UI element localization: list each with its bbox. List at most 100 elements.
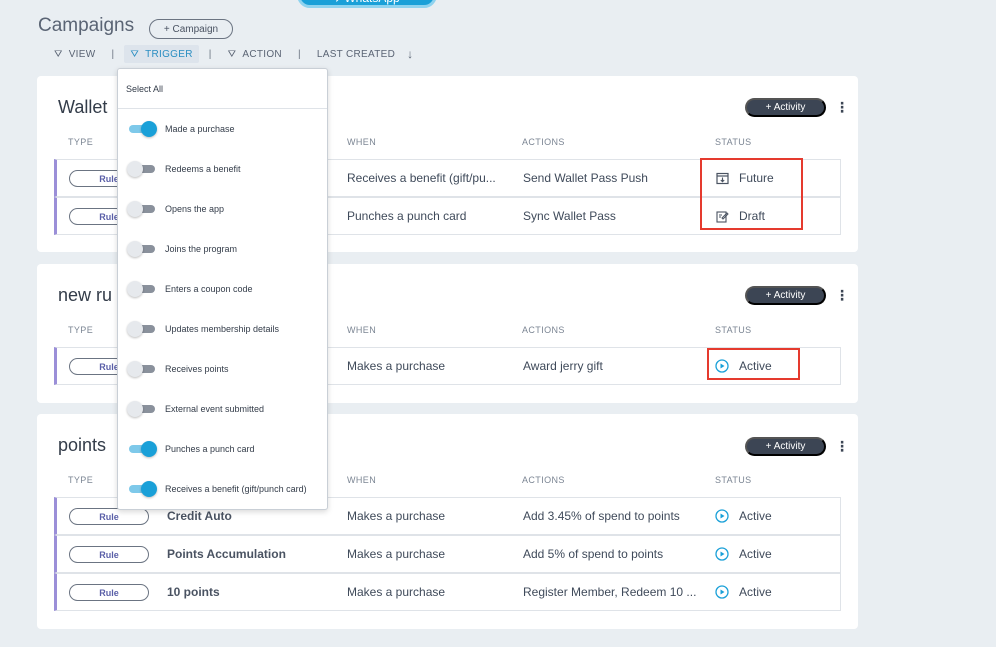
trigger-option-label: External event submitted — [165, 404, 265, 414]
trigger-option[interactable]: Updates membership details — [118, 309, 327, 349]
toggle-switch[interactable] — [127, 201, 157, 217]
trigger-option-label: Opens the app — [165, 204, 225, 214]
play-icon — [715, 547, 729, 561]
trigger-option[interactable]: Receives a benefit (gift/punch card) — [118, 469, 327, 509]
status-label: Active — [739, 547, 772, 561]
col-when: WHEN — [347, 475, 377, 485]
add-activity-button[interactable]: + Activity — [745, 98, 826, 117]
toggle-switch[interactable] — [127, 121, 157, 137]
filter-icon: ⛛ — [130, 48, 140, 60]
col-type: TYPE — [68, 475, 94, 485]
toggle-switch[interactable] — [127, 361, 157, 377]
trigger-option[interactable]: External event submitted — [118, 389, 327, 429]
trigger-option-label: Receives points — [165, 364, 229, 374]
filter-icon: ⛛ — [227, 48, 237, 60]
highlight-box — [700, 158, 803, 230]
trigger-option[interactable]: Punches a punch card — [118, 429, 327, 469]
when-cell: Receives a benefit (gift/pu... — [347, 171, 496, 185]
trigger-option[interactable]: Joins the program — [118, 229, 327, 269]
status-label: Active — [739, 509, 772, 523]
col-actions: ACTIONS — [522, 475, 565, 485]
play-icon — [715, 509, 729, 523]
filter-action[interactable]: ⛛ ACTION — [222, 45, 288, 63]
page-title: Campaigns — [38, 15, 135, 36]
toggle-switch[interactable] — [127, 441, 157, 457]
col-type: TYPE — [68, 325, 94, 335]
campaign-title: points — [58, 435, 107, 455]
actions-cell: Add 3.45% of spend to points — [523, 509, 680, 523]
when-cell: Punches a punch card — [347, 209, 467, 223]
actions-cell: Award jerry gift — [523, 359, 603, 373]
divider: | — [297, 48, 301, 60]
actions-cell: Send Wallet Pass Push — [523, 171, 648, 185]
trigger-option[interactable]: Opens the app — [118, 189, 327, 229]
more-menu-icon[interactable]: ⋮ — [835, 288, 849, 302]
filter-trigger[interactable]: ⛛ TRIGGER — [124, 45, 199, 63]
more-menu-icon[interactable]: ⋮ — [835, 439, 849, 453]
table-row[interactable]: Rule 10 points Makes a purchase Register… — [54, 573, 841, 611]
trigger-option[interactable]: Made a purchase — [118, 109, 327, 149]
when-cell: Makes a purchase — [347, 585, 446, 599]
actions-cell: Register Member, Redeem 10 ... — [523, 585, 697, 599]
trigger-option-label: Enters a coupon code — [165, 284, 253, 294]
filter-view[interactable]: ⛛ VIEW — [48, 45, 101, 63]
divider: | — [208, 48, 212, 60]
name-cell: 10 points — [167, 585, 220, 599]
campaign-title: Wallet — [58, 97, 108, 117]
sort-label: LAST CREATED — [316, 48, 396, 60]
status-cell: Active — [715, 574, 772, 610]
trigger-option-label: Updates membership details — [165, 324, 280, 334]
trigger-option-label: Punches a punch card — [165, 444, 255, 454]
toggle-switch[interactable] — [127, 401, 157, 417]
campaign-title: new ru — [58, 285, 113, 305]
col-type: TYPE — [68, 137, 94, 147]
toggle-switch[interactable] — [127, 281, 157, 297]
trigger-option-label: Joins the program — [165, 244, 238, 254]
whatsapp-button[interactable]: ↗WhatsApp — [297, 0, 437, 8]
play-icon — [715, 585, 729, 599]
filter-view-label: VIEW — [68, 48, 96, 60]
col-when: WHEN — [347, 325, 377, 335]
trigger-option[interactable]: Enters a coupon code — [118, 269, 327, 309]
toggle-switch[interactable] — [127, 321, 157, 337]
status-cell: Active — [715, 536, 772, 572]
filter-bar: ⛛ VIEW | ⛛ TRIGGER | ⛛ ACTION | LAST CRE… — [48, 45, 419, 63]
trigger-dropdown: Select All Made a purchase Redeems a bene… — [117, 68, 328, 510]
col-actions: ACTIONS — [522, 325, 565, 335]
when-cell: Makes a purchase — [347, 359, 446, 373]
toggle-switch[interactable] — [127, 161, 157, 177]
trigger-option[interactable]: Receives points — [118, 349, 327, 389]
filter-action-label: ACTION — [242, 48, 282, 60]
status-cell: Active — [715, 498, 772, 534]
filter-icon: ⛛ — [54, 48, 63, 60]
when-cell: Makes a purchase — [347, 547, 446, 561]
col-status: STATUS — [715, 325, 752, 335]
col-when: WHEN — [347, 137, 377, 147]
divider: | — [111, 48, 115, 60]
add-campaign-button[interactable]: + Campaign — [149, 19, 233, 39]
rule-badge: Rule — [69, 584, 149, 601]
col-status: STATUS — [715, 137, 752, 147]
trigger-option-label: Receives a benefit (gift/punch card) — [165, 484, 307, 494]
highlight-box — [707, 348, 800, 380]
add-activity-button[interactable]: + Activity — [745, 437, 826, 456]
status-label: Active — [739, 585, 772, 599]
trigger-option[interactable]: Redeems a benefit — [118, 149, 327, 189]
toggle-switch[interactable] — [127, 241, 157, 257]
sort-last-created[interactable]: LAST CREATED ↓ — [311, 45, 420, 63]
toggle-switch[interactable] — [127, 481, 157, 497]
col-status: STATUS — [715, 475, 752, 485]
table-row[interactable]: Rule Points Accumulation Makes a purchas… — [54, 535, 841, 573]
actions-cell: Sync Wallet Pass — [523, 209, 616, 223]
col-actions: ACTIONS — [522, 137, 565, 147]
rule-badge: Rule — [69, 546, 149, 563]
rule-badge: Rule — [69, 508, 149, 525]
name-cell: Points Accumulation — [167, 547, 286, 561]
actions-cell: Add 5% of spend to points — [523, 547, 664, 561]
select-all-option[interactable]: Select All — [118, 69, 327, 109]
more-menu-icon[interactable]: ⋮ — [835, 100, 849, 114]
add-activity-button[interactable]: + Activity — [745, 286, 826, 305]
trigger-option-label: Made a purchase — [165, 124, 235, 134]
trigger-option-label: Redeems a benefit — [165, 164, 241, 174]
arrow-down-icon: ↓ — [407, 47, 414, 61]
